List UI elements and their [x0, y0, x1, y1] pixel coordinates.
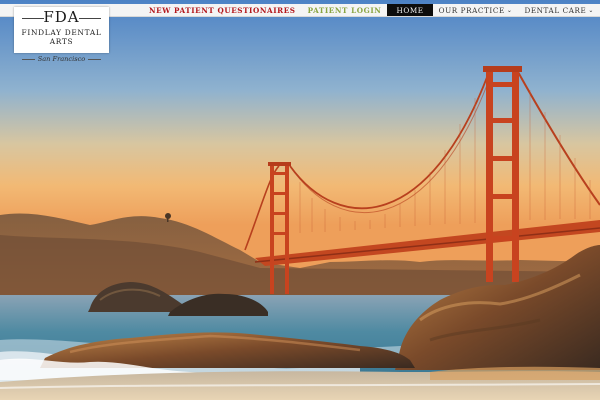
nav-new-patient-questionaires[interactable]: New Patient Questionaires	[143, 4, 302, 16]
logo[interactable]: FDA Findlay Dental Arts San Francisco	[14, 7, 109, 63]
logo-rule-left	[22, 18, 44, 19]
main-nav: New Patient Questionaires Patient Login …	[143, 4, 600, 16]
logo-rule-right	[79, 18, 101, 19]
nav-patient-login[interactable]: Patient Login	[302, 4, 388, 16]
nav-dental-care[interactable]: Dental Care ⌄	[518, 4, 600, 16]
chevron-down-icon: ⌄	[506, 6, 513, 14]
logo-name: Findlay Dental Arts	[21, 28, 102, 46]
logo-subtitle: San Francisco	[21, 55, 102, 63]
nav-our-practice[interactable]: Our Practice ⌄	[433, 4, 519, 16]
nav-home[interactable]: Home	[387, 4, 433, 16]
chevron-down-icon: ⌄	[588, 6, 594, 14]
